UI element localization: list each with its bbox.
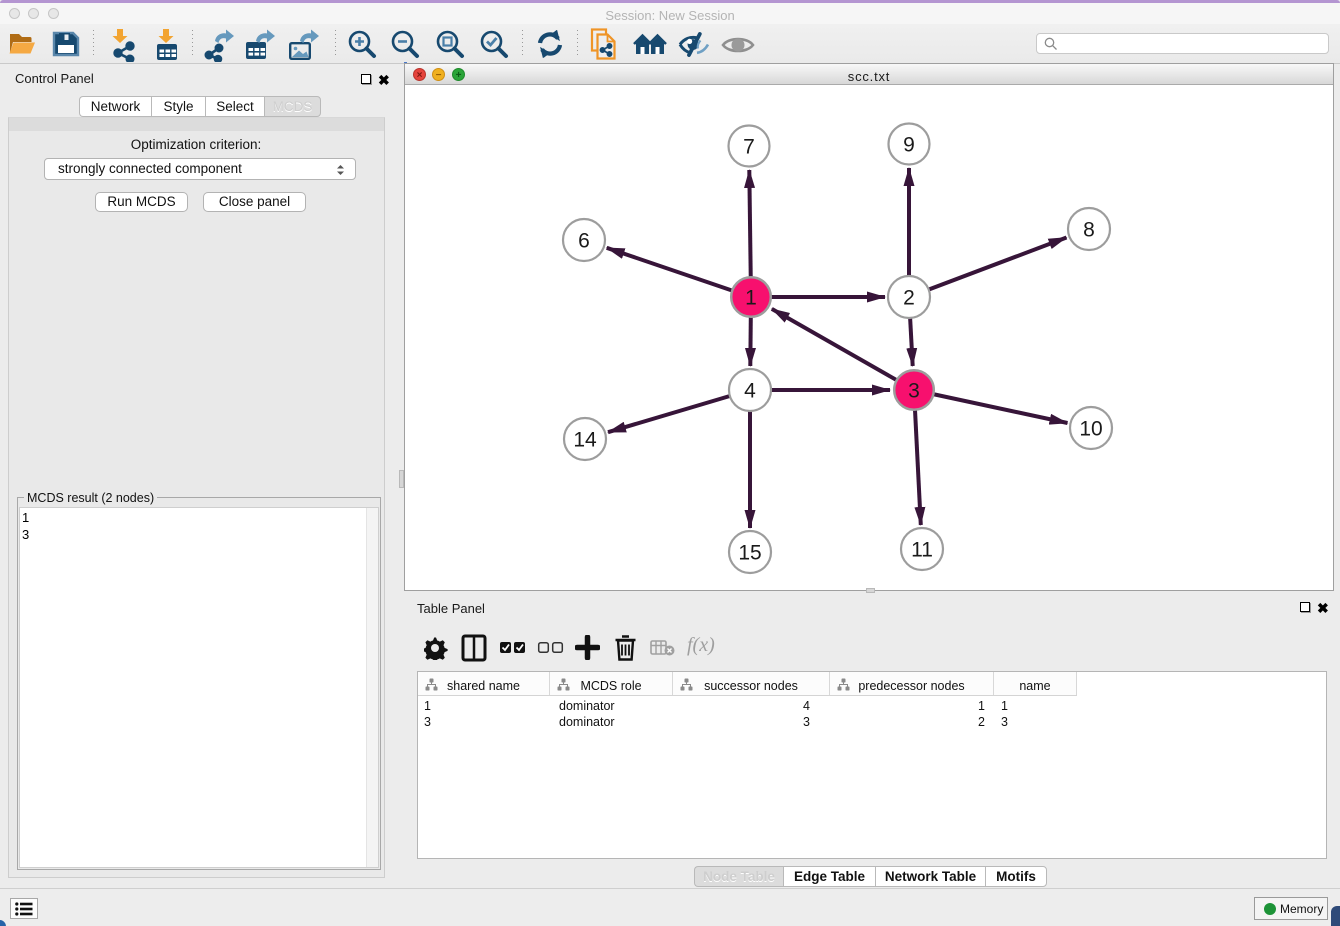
svg-text:14: 14	[573, 429, 597, 452]
svg-text:4: 4	[744, 380, 756, 403]
svg-text:10: 10	[1079, 418, 1102, 441]
svg-text:1: 1	[745, 287, 757, 310]
svg-text:15: 15	[738, 542, 761, 565]
svg-text:3: 3	[908, 380, 920, 403]
svg-text:2: 2	[903, 287, 915, 310]
svg-text:7: 7	[743, 136, 755, 159]
svg-text:11: 11	[911, 539, 933, 562]
svg-text:8: 8	[1083, 219, 1095, 242]
svg-text:9: 9	[903, 134, 915, 157]
svg-text:6: 6	[578, 230, 590, 253]
